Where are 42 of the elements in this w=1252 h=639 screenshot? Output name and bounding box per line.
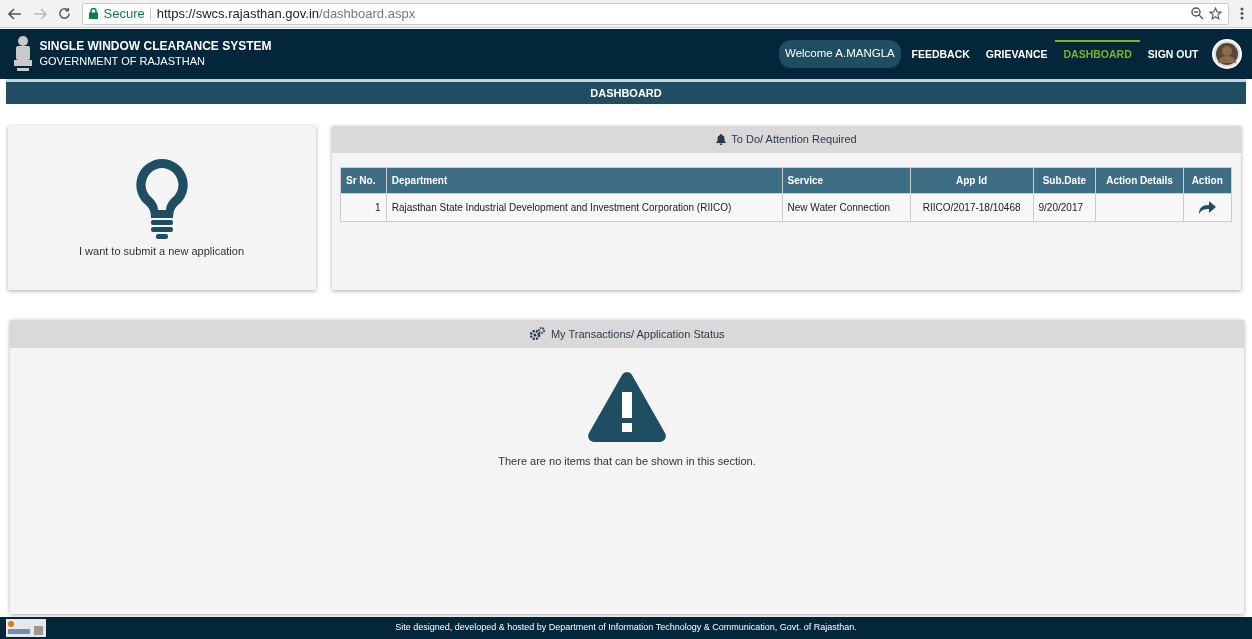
page-title: DASHBOARD [590, 85, 662, 101]
column-header: Action Details [1095, 167, 1184, 194]
table-cell: Rajasthan State Industrial Development and Investment Corporation (RIICO) [386, 193, 783, 222]
footer-text: Site designed, developed & hosted by Department of Information Technology & Communication, Govt. of Rajasthan. [394, 621, 858, 635]
reload-icon[interactable] [58, 7, 71, 20]
column-header: App Id [910, 167, 1034, 194]
nav-link[interactable]: FEEDBACK [903, 40, 978, 68]
url-text: https://swcs.rajasthan.gov.in/dashboard.aspx [156, 4, 416, 23]
address-bar[interactable]: Secure https://swcs.rajasthan.gov.in/dashboard.aspx [82, 2, 1229, 25]
panel-title: My Transactions/ Application Status [550, 326, 725, 342]
nav-link[interactable]: GRIEVANCE [977, 40, 1056, 68]
secure-label: Secure [103, 4, 145, 23]
forward-arrow-icon[interactable] [1198, 201, 1217, 216]
security-seal-icon [6, 619, 46, 637]
new-application-card[interactable]: I want to submit a new application [7, 126, 316, 290]
table-cell: 1 [340, 193, 387, 222]
bell-icon [715, 134, 726, 145]
table-cell: 9/20/2017 [1033, 193, 1096, 222]
table-cell: RIICO/2017-18/10468 [910, 193, 1034, 222]
welcome-label: Welcome A.MANGLA [779, 40, 901, 68]
panel-title: To Do/ Attention Required [731, 132, 857, 148]
table-cell: New Water Connection [782, 193, 911, 222]
column-header: Sr No. [340, 167, 387, 194]
column-header: Sub.Date [1033, 167, 1096, 194]
column-header: Action [1183, 167, 1231, 194]
column-header: Service [782, 167, 911, 194]
column-header: Department [386, 167, 783, 194]
menu-icon[interactable] [1240, 7, 1244, 20]
empty-message: There are no items that can be shown in this section. [498, 454, 756, 469]
new-application-label: I want to submit a new application [78, 244, 245, 260]
emblem-icon [12, 34, 34, 74]
zoom-icon[interactable] [1190, 7, 1204, 20]
site-title: SINGLE WINDOW CLEARANCE SYSTEM [39, 38, 272, 53]
star-icon[interactable] [1209, 7, 1222, 20]
back-icon[interactable] [8, 7, 22, 20]
site-subtitle: GOVERNMENT OF RAJASTHAN [39, 53, 206, 69]
nav-link[interactable]: DASHBOARD [1055, 40, 1140, 68]
gears-icon [529, 327, 546, 341]
avatar-icon[interactable] [1212, 39, 1242, 69]
nav-link[interactable]: SIGN OUT [1139, 40, 1207, 68]
warning-icon [587, 370, 667, 442]
lock-icon [89, 8, 98, 19]
